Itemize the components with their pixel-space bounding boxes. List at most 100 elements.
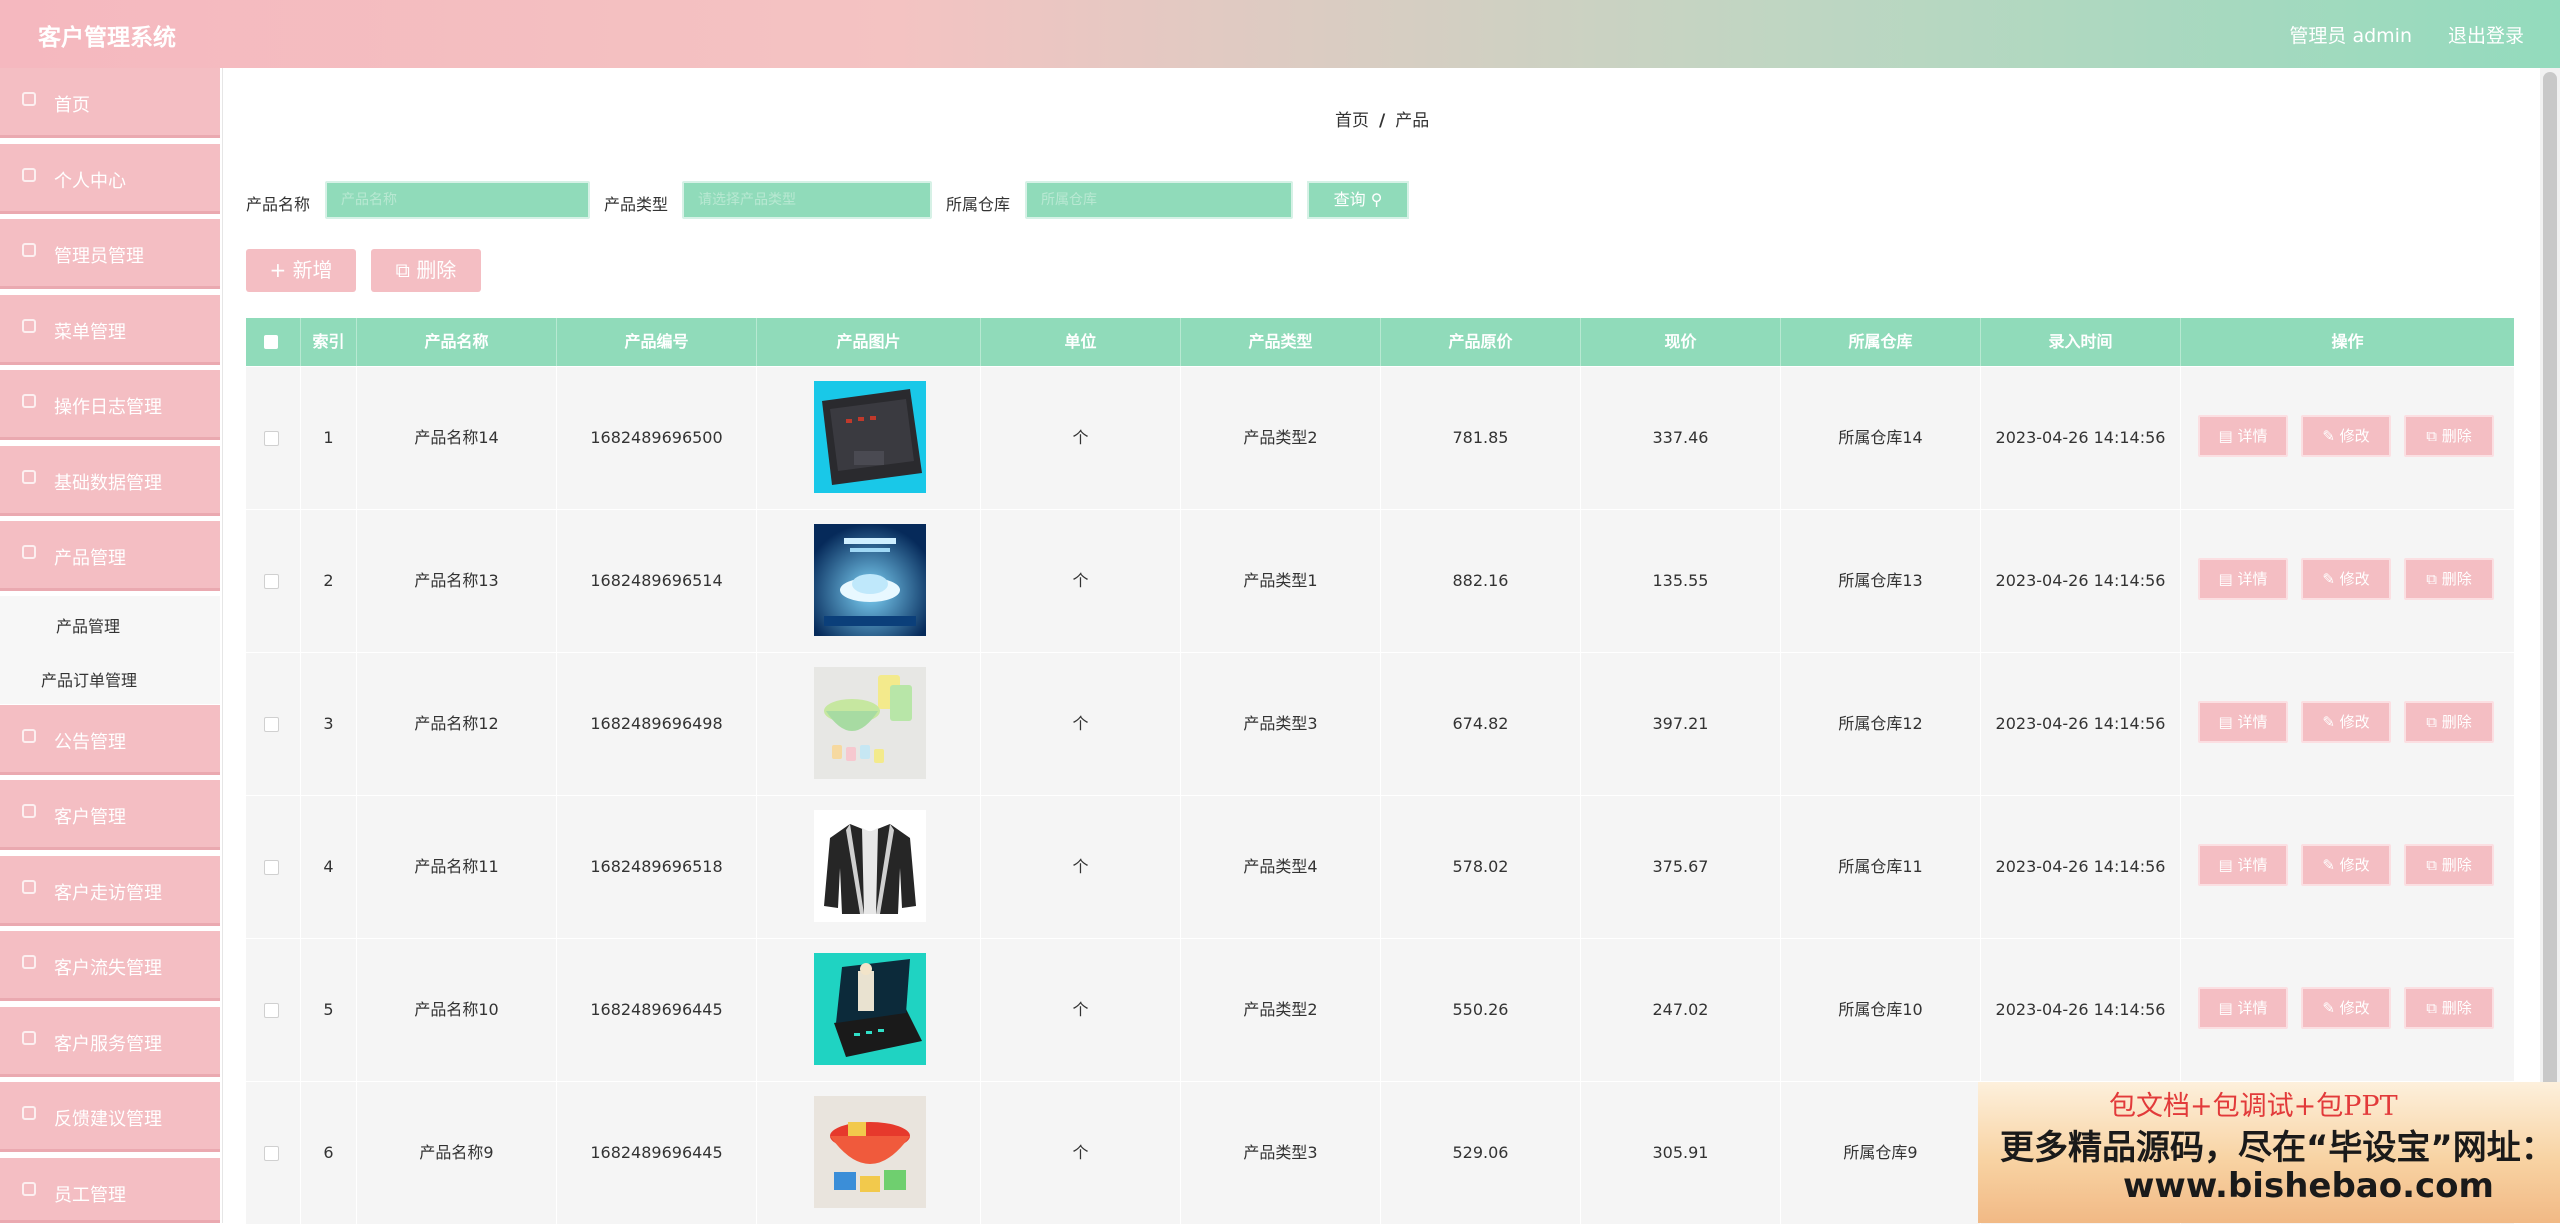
product-name-cell: 产品名称9 <box>357 1082 557 1224</box>
menu-icon <box>22 729 36 743</box>
sidebar-subitem-product-manage[interactable]: 产品管理 <box>0 596 220 650</box>
sidebar-item-admins[interactable]: 管理员管理 <box>0 219 220 289</box>
sidebar-subitem-label: 产品订单管理 <box>41 671 138 690</box>
product-code-cell: 1682489696500 <box>557 367 757 509</box>
detail-label: 详情 <box>2237 713 2268 731</box>
row-index: 5 <box>301 939 357 1081</box>
sidebar-item-profile[interactable]: 个人中心 <box>0 144 220 214</box>
logout-link[interactable]: 退出登录 <box>2448 21 2524 48</box>
pencil-icon: ✎ <box>2322 427 2335 445</box>
product-type-select[interactable]: 请选择产品类型 <box>682 181 932 219</box>
page-scrollbar[interactable] <box>2540 68 2560 1223</box>
row-checkbox[interactable] <box>264 1003 279 1018</box>
table-row: 3 产品名称12 1682489696498 个产品类型3 674.82 397.21 所属… <box>246 652 2514 795</box>
doc-icon: ▤ <box>2218 999 2233 1017</box>
menu-icon <box>22 319 36 333</box>
column-header: 产品类型 <box>1181 318 1381 366</box>
edit-button[interactable]: ✎ 修改 <box>2301 987 2391 1029</box>
sidebar-item-logs[interactable]: 操作日志管理 <box>0 370 220 440</box>
current-price-cell: 305.91 <box>1581 1082 1781 1224</box>
product-type-cell: 产品类型2 <box>1181 367 1381 509</box>
edit-button[interactable]: ✎ 修改 <box>2301 415 2391 457</box>
product-name-cell: 产品名称13 <box>357 510 557 652</box>
sidebar-item-staff[interactable]: 员工管理 <box>0 1158 220 1223</box>
detail-button[interactable]: ▤ 详情 <box>2198 987 2288 1029</box>
product-type-cell: 产品类型4 <box>1181 796 1381 938</box>
row-checkbox[interactable] <box>264 574 279 589</box>
add-button[interactable]: + 新增 <box>246 249 356 292</box>
promo-watermark: 包文档+包调试+包PPT 更多精品源码，尽在“毕设宝”网址： www.bishe… <box>1978 1082 2560 1223</box>
unit-cell: 个 <box>981 939 1181 1081</box>
warehouse-input[interactable]: 所属仓库 <box>1025 181 1293 219</box>
product-code-cell: 1682489696514 <box>557 510 757 652</box>
sidebar-item-menus[interactable]: 菜单管理 <box>0 295 220 365</box>
warehouse-cell: 所属仓库9 <box>1781 1082 1981 1224</box>
sidebar-item-basic-data[interactable]: 基础数据管理 <box>0 446 220 516</box>
sidebar-item-customer-churn[interactable]: 客户流失管理 <box>0 931 220 1001</box>
original-price-cell: 882.16 <box>1381 510 1581 652</box>
product-code-cell: 1682489696498 <box>557 653 757 795</box>
menu-icon <box>22 168 36 182</box>
original-price-cell: 550.26 <box>1381 939 1581 1081</box>
doc-icon: ▤ <box>2218 856 2233 874</box>
detail-label: 详情 <box>2237 570 2268 588</box>
sidebar-item-customer-service[interactable]: 客户服务管理 <box>0 1007 220 1077</box>
query-button[interactable]: 查询 ⚲ <box>1307 181 1409 219</box>
doc-icon: ▤ <box>2218 427 2233 445</box>
delete-button[interactable]: ⧉ 删除 <box>2404 558 2494 600</box>
select-cell <box>246 367 301 509</box>
column-header: 操作 <box>2331 332 2364 351</box>
pencil-icon: ✎ <box>2322 856 2335 874</box>
edit-button[interactable]: ✎ 修改 <box>2301 844 2391 886</box>
edit-button[interactable]: ✎ 修改 <box>2301 701 2391 743</box>
delete-label: 删除 <box>2441 427 2472 445</box>
trash-icon: ⧉ <box>2426 427 2437 445</box>
sidebar-item-label: 反馈建议管理 <box>54 1109 162 1130</box>
sidebar-item-customers[interactable]: 客户管理 <box>0 780 220 850</box>
sidebar-item-products[interactable]: 产品管理 <box>0 521 220 591</box>
row-checkbox[interactable] <box>264 860 279 875</box>
promo-line-2: 更多精品源码，尽在“毕设宝”网址： <box>2000 1128 2555 1168</box>
pencil-icon: ✎ <box>2322 999 2335 1017</box>
row-checkbox[interactable] <box>264 717 279 732</box>
edit-button[interactable]: ✎ 修改 <box>2301 558 2391 600</box>
warehouse-cell: 所属仓库14 <box>1781 367 1981 509</box>
promo-url: www.bishebao.com <box>2123 1166 2494 1206</box>
detail-button[interactable]: ▤ 详情 <box>2198 558 2288 600</box>
detail-button[interactable]: ▤ 详情 <box>2198 415 2288 457</box>
doc-icon: ▤ <box>2218 570 2233 588</box>
trash-icon: ⧉ <box>2426 713 2437 731</box>
detail-button[interactable]: ▤ 详情 <box>2198 844 2288 886</box>
sidebar-item-label: 个人中心 <box>54 171 126 192</box>
product-type-cell: 产品类型2 <box>1181 939 1381 1081</box>
product-name-input[interactable]: 产品名称 <box>325 181 590 219</box>
batch-delete-button[interactable]: ⧉ 删除 <box>371 249 481 292</box>
sidebar-subitem-product-orders[interactable]: 产品订单管理 <box>0 650 220 704</box>
delete-button[interactable]: ⧉ 删除 <box>2404 701 2494 743</box>
breadcrumb-home[interactable]: 首页 <box>1335 111 1369 131</box>
edit-label: 修改 <box>2339 999 2370 1017</box>
scrollbar-thumb[interactable] <box>2543 72 2557 1152</box>
detail-button[interactable]: ▤ 详情 <box>2198 701 2288 743</box>
sidebar-item-feedback[interactable]: 反馈建议管理 <box>0 1082 220 1152</box>
product-type-cell: 产品类型1 <box>1181 510 1381 652</box>
column-header: 产品图片 <box>757 318 981 366</box>
current-price-cell: 247.02 <box>1581 939 1781 1081</box>
delete-button[interactable]: ⧉ 删除 <box>2404 844 2494 886</box>
sidebar-item-customer-visits[interactable]: 客户走访管理 <box>0 856 220 926</box>
delete-button[interactable]: ⧉ 删除 <box>2404 415 2494 457</box>
table-row: 1 产品名称14 1682489696500 个产品类型2 781.85 337.46 所属… <box>246 366 2514 509</box>
column-header: 产品编号 <box>557 318 757 366</box>
breadcrumb: 首页 / 产品 <box>1335 106 1429 131</box>
sidebar-item-notices[interactable]: 公告管理 <box>0 705 220 775</box>
delete-button[interactable]: ⧉ 删除 <box>2404 987 2494 1029</box>
row-checkbox[interactable] <box>264 431 279 446</box>
table-row: 4 产品名称11 1682489696518 个产品类型4 578.02 375.67 所属… <box>246 795 2514 938</box>
select-all-checkbox[interactable] <box>264 335 278 349</box>
row-checkbox[interactable] <box>264 1146 279 1161</box>
product-name-cell: 产品名称12 <box>357 653 557 795</box>
menu-icon <box>22 1031 36 1045</box>
select-all-cell <box>246 318 301 366</box>
sidebar-item-home[interactable]: 首页 <box>0 68 220 138</box>
add-label: 新增 <box>292 258 333 282</box>
